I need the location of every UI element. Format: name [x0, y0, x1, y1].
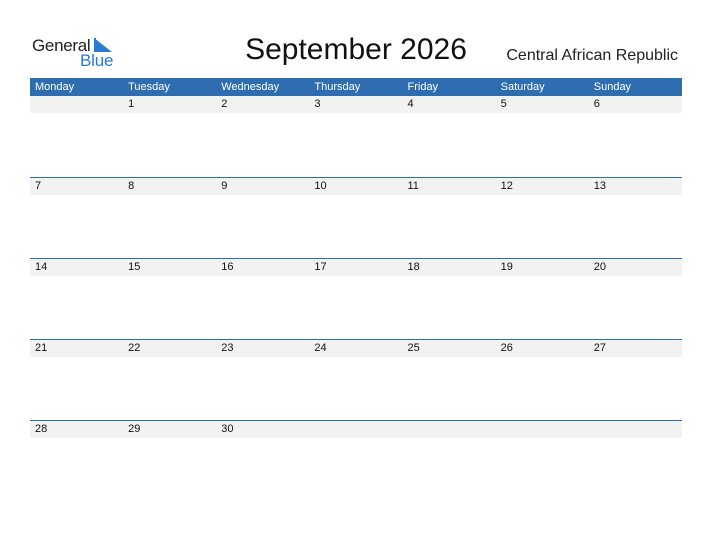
day-cell: 12	[500, 180, 513, 192]
day-cell: 22	[128, 342, 141, 354]
day-cell: 28	[35, 423, 48, 435]
weekday-header-wednesday: Wednesday	[221, 81, 280, 93]
day-cell: 30	[221, 423, 234, 435]
day-cell: 24	[314, 342, 327, 354]
day-cell: 18	[407, 261, 420, 273]
calendar-grid: Monday Tuesday Wednesday Thursday Friday…	[30, 78, 682, 501]
day-cell: 9	[221, 180, 228, 192]
day-cell: 15	[128, 261, 141, 273]
week-row-4: 21 22 23 24 25 26 27	[30, 339, 682, 420]
day-cell: 17	[314, 261, 327, 273]
date-strip: 14 15 16 17 18 19 20	[30, 259, 682, 276]
day-cell: 7	[35, 180, 42, 192]
day-cell: 13	[593, 180, 606, 192]
date-strip: 1 2 3 4 5 6	[30, 96, 682, 113]
date-strip: 7 8 9 10 11 12 13	[30, 178, 682, 195]
day-cell: 25	[407, 342, 420, 354]
day-cell: 5	[500, 98, 507, 110]
weekday-header-monday: Monday	[35, 81, 75, 93]
weekday-header-row: Monday Tuesday Wednesday Thursday Friday…	[30, 78, 682, 96]
week-row-3: 14 15 16 17 18 19 20	[30, 258, 682, 339]
weekday-header-thursday: Thursday	[314, 81, 361, 93]
weekday-header-tuesday: Tuesday	[128, 81, 170, 93]
day-cell: 2	[221, 98, 228, 110]
date-strip: 21 22 23 24 25 26 27	[30, 340, 682, 357]
day-cell: 6	[593, 98, 600, 110]
day-cell: 16	[221, 261, 234, 273]
day-cell: 1	[128, 98, 135, 110]
date-strip: 28 29 30	[30, 421, 682, 438]
week-row-1: 1 2 3 4 5 6	[30, 96, 682, 177]
day-cell: 27	[593, 342, 606, 354]
day-cell: 4	[407, 98, 414, 110]
day-cell: 26	[500, 342, 513, 354]
day-cell: 3	[314, 98, 321, 110]
day-cell	[309, 421, 402, 438]
day-cell: 19	[500, 261, 513, 273]
day-cell: 14	[35, 261, 48, 273]
day-cell: 8	[128, 180, 135, 192]
day-cell: 21	[35, 342, 48, 354]
weekday-header-saturday: Saturday	[500, 81, 545, 93]
day-cell: 29	[128, 423, 141, 435]
day-cell	[30, 96, 123, 113]
day-cell: 10	[314, 180, 327, 192]
day-cell: 20	[593, 261, 606, 273]
day-cell	[403, 421, 496, 438]
weekday-header-friday: Friday	[407, 81, 439, 93]
week-row-5: 28 29 30	[30, 420, 682, 501]
weekday-header-sunday: Sunday	[593, 81, 632, 93]
week-row-2: 7 8 9 10 11 12 13	[30, 177, 682, 258]
country-name: Central African Republic	[506, 47, 678, 64]
day-cell: 11	[407, 180, 419, 192]
day-cell	[496, 421, 589, 438]
day-cell	[589, 421, 682, 438]
day-cell: 23	[221, 342, 234, 354]
